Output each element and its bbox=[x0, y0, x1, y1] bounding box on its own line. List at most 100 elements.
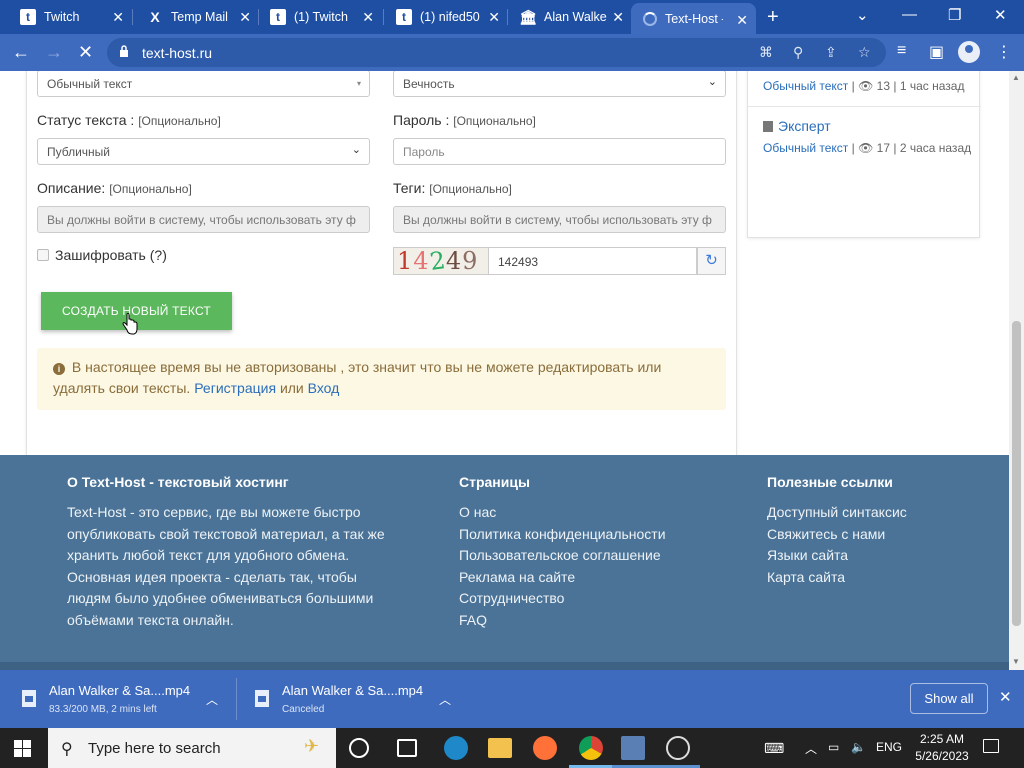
captcha-image: 142493 bbox=[393, 247, 488, 275]
recorder-icon[interactable] bbox=[666, 736, 690, 760]
description-input[interactable]: Вы должны войти в систему, чтобы использ… bbox=[37, 206, 370, 233]
page-scrollbar[interactable]: ▲ ▼ bbox=[1009, 71, 1024, 670]
footer-link[interactable]: Сотрудничество bbox=[459, 588, 666, 610]
taskbar-search[interactable]: ⚲ Type here to search ✈ bbox=[48, 728, 336, 768]
encrypt-checkbox[interactable] bbox=[37, 249, 49, 261]
password-input[interactable]: Пароль bbox=[393, 138, 726, 165]
edge-icon[interactable] bbox=[444, 736, 468, 760]
back-button[interactable]: ← bbox=[12, 42, 30, 63]
url-text: text-host.ru bbox=[142, 45, 213, 61]
chrome-icon[interactable] bbox=[579, 736, 603, 760]
chevron-up-icon[interactable]: ︿ bbox=[439, 691, 451, 708]
close-window-button[interactable]: ✕ bbox=[994, 6, 1007, 24]
footer-link[interactable]: Доступный синтаксис bbox=[767, 502, 907, 524]
eye-icon: 👁 bbox=[858, 79, 874, 93]
footer-link[interactable]: Карта сайта bbox=[767, 567, 907, 589]
bookmark-star-icon[interactable]: ☆ bbox=[858, 44, 871, 61]
close-downloads-icon[interactable]: ✕ bbox=[999, 688, 1012, 706]
download-filename: Alan Walker & Sa....mp4 bbox=[282, 683, 424, 698]
file-icon bbox=[22, 690, 36, 707]
bank-icon: 🏛 bbox=[519, 8, 537, 25]
windows-taskbar: ⚲ Type here to search ✈ ⌨ ︿ ▭ 🔈 ENG 2:25… bbox=[0, 728, 1024, 768]
list-item-title[interactable]: Эксперт bbox=[778, 118, 831, 134]
profile-avatar[interactable] bbox=[958, 41, 980, 63]
maximize-button[interactable]: ❐ bbox=[948, 6, 961, 24]
menu-icon[interactable]: ⋮ bbox=[996, 42, 1012, 62]
select-caret-icon: ▾ bbox=[356, 79, 361, 88]
download-item[interactable]: Alan Walker & Sa....mp4 Canceled ︿ bbox=[233, 670, 469, 728]
tab-twitch[interactable]: t Twitch ✕ bbox=[0, 0, 132, 34]
tab-alan-walker[interactable]: 🏛 Alan Walke ✕ bbox=[500, 0, 632, 34]
zoom-icon[interactable]: ⚲ bbox=[793, 44, 803, 61]
footer-link[interactable]: О нас bbox=[459, 502, 666, 524]
register-link[interactable]: Регистрация bbox=[194, 380, 276, 396]
language-indicator[interactable]: ENG bbox=[876, 740, 902, 754]
close-tab-icon[interactable]: ✕ bbox=[736, 12, 748, 29]
status-select[interactable]: Публичный ⌄ bbox=[37, 138, 370, 165]
tab-title: Text-Host - bbox=[665, 11, 723, 26]
forward-button[interactable]: → bbox=[45, 42, 63, 63]
firefox-icon[interactable] bbox=[533, 736, 557, 760]
list-item[interactable]: Эксперт bbox=[763, 118, 831, 134]
media-control-icon[interactable]: ≡ bbox=[897, 42, 906, 60]
file-explorer-icon[interactable] bbox=[488, 738, 512, 758]
footer-link[interactable]: Пользовательское соглашение bbox=[459, 545, 666, 567]
task-view-icon[interactable] bbox=[397, 739, 417, 757]
tab-nifed[interactable]: t (1) nifed50 ✕ bbox=[376, 0, 508, 34]
alert-text: В настоящее время вы не авторизованы , э… bbox=[53, 359, 662, 396]
help-link[interactable]: (?) bbox=[150, 247, 167, 263]
close-tab-icon[interactable]: ✕ bbox=[488, 9, 500, 26]
scrollbar-thumb[interactable] bbox=[1012, 321, 1021, 626]
status-select-value: Публичный bbox=[47, 145, 111, 159]
side-panel-icon[interactable]: ▣ bbox=[929, 42, 944, 62]
new-tab-button[interactable]: + bbox=[767, 6, 779, 29]
minimize-button[interactable]: — bbox=[902, 6, 917, 23]
recent-texts-panel: Обычный текст | 👁 13 | 1 час назад Экспе… bbox=[747, 71, 981, 238]
close-tab-icon[interactable]: ✕ bbox=[112, 9, 124, 26]
captcha-input[interactable]: 142493 bbox=[488, 247, 697, 275]
close-tab-icon[interactable]: ✕ bbox=[612, 9, 624, 26]
show-all-button[interactable]: Show all bbox=[910, 683, 988, 714]
translate-icon[interactable]: ⌘ bbox=[759, 44, 773, 61]
footer-link[interactable]: Политика конфиденциальности bbox=[459, 524, 666, 546]
expiry-select[interactable]: Вечность ⌄ bbox=[393, 71, 726, 97]
cortana-icon[interactable] bbox=[349, 738, 369, 758]
volume-icon[interactable]: 🔈 bbox=[851, 740, 866, 754]
scroll-up-icon[interactable]: ▲ bbox=[1012, 73, 1020, 82]
footer-link[interactable]: FAQ bbox=[459, 610, 666, 632]
keyboard-icon[interactable]: ⌨ bbox=[764, 740, 784, 757]
network-app-icon[interactable] bbox=[621, 736, 645, 760]
category-link[interactable]: Обычный текст bbox=[763, 79, 848, 93]
search-placeholder: Type here to search bbox=[88, 740, 221, 757]
chevron-up-icon[interactable]: ︿ bbox=[805, 740, 817, 757]
tab-twitch-notifications[interactable]: t (1) Twitch ✕ bbox=[250, 0, 382, 34]
chevron-down-icon: ⌄ bbox=[351, 144, 361, 156]
search-icon: ⚲ bbox=[61, 741, 73, 758]
login-link[interactable]: Вход bbox=[308, 380, 340, 396]
tab-search-icon[interactable]: ⌄ bbox=[856, 6, 869, 24]
refresh-captcha-button[interactable]: ↻ bbox=[697, 247, 726, 275]
notification-icon[interactable] bbox=[983, 739, 999, 753]
footer-link[interactable]: Языки сайта bbox=[767, 545, 907, 567]
scroll-down-icon[interactable]: ▼ bbox=[1012, 657, 1020, 666]
share-icon[interactable]: ⇪ bbox=[825, 44, 837, 61]
address-bar[interactable]: text-host.ru ⌘ ⚲ ⇪ ☆ bbox=[107, 38, 886, 67]
category-link[interactable]: Обычный текст bbox=[763, 141, 848, 155]
twitch-icon: t bbox=[20, 9, 36, 25]
tab-text-host[interactable]: Text-Host - ✕ bbox=[631, 3, 756, 34]
tags-input[interactable]: Вы должны войти в систему, чтобы использ… bbox=[393, 206, 726, 233]
chevron-up-icon[interactable]: ︿ bbox=[206, 691, 218, 708]
system-clock[interactable]: 2:25 AM 5/26/2023 bbox=[910, 731, 974, 765]
footer-link[interactable]: Свяжитесь с нами bbox=[767, 524, 907, 546]
stop-loading-button[interactable]: ✕ bbox=[78, 42, 93, 63]
tags-label: Теги: [Опционально] bbox=[393, 180, 512, 196]
download-item[interactable]: Alan Walker & Sa....mp4 83.3/200 MB, 2 m… bbox=[0, 670, 236, 728]
footer-link[interactable]: Реклама на сайте bbox=[459, 567, 666, 589]
not-authorized-alert: i В настоящее время вы не авторизованы ,… bbox=[37, 348, 726, 410]
close-tab-icon[interactable]: ✕ bbox=[362, 9, 374, 26]
network-icon[interactable]: ▭ bbox=[828, 740, 839, 754]
windows-start-icon[interactable] bbox=[14, 740, 31, 757]
tab-temp-mail[interactable]: X Temp Mail ✕ bbox=[127, 0, 259, 34]
site-footer: О Text-Host - текстовый хостинг Text-Hos… bbox=[0, 455, 1009, 670]
format-select[interactable]: Обычный текст ▾ bbox=[37, 71, 370, 97]
